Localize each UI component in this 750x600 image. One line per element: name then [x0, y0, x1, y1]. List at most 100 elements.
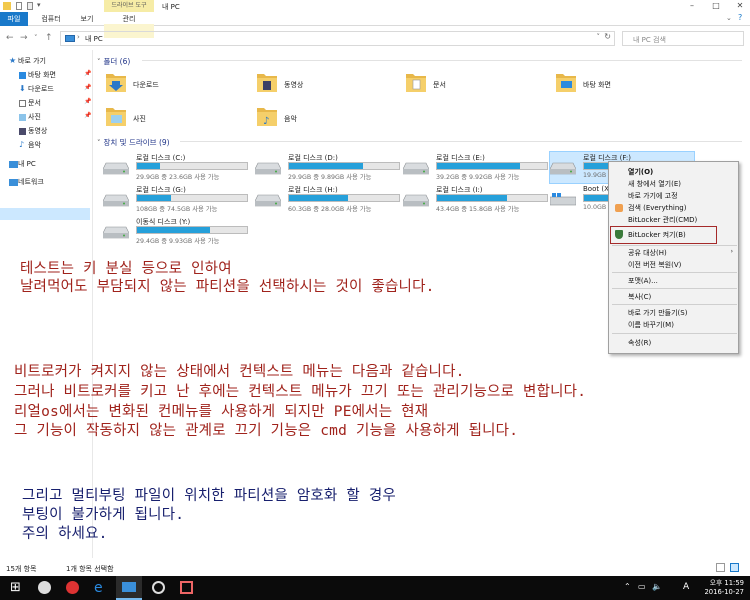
nav-item-videos[interactable]: 동영상	[19, 126, 48, 137]
network-tray-icon[interactable]: ▭	[638, 582, 646, 591]
drive-tile[interactable]: 로컬 디스크 (D:) 29.9GB 중 9.89GB 사용 가능	[254, 153, 405, 183]
app-icon[interactable]	[38, 581, 51, 594]
drive-free-space: 29.9GB 중 23.6GB 사용 가능	[136, 174, 220, 181]
menu-item-properties[interactable]: 속성(R)	[628, 338, 651, 348]
refresh-icon[interactable]: ↻	[604, 32, 611, 41]
back-icon[interactable]: ←	[6, 33, 14, 43]
drive-usage-bar	[436, 162, 548, 170]
menu-separator	[612, 304, 737, 305]
nav-network[interactable]: 네트워크	[9, 177, 44, 188]
network-icon	[9, 179, 18, 186]
folder-document[interactable]: 문서	[405, 70, 525, 100]
nav-item-pictures[interactable]: 사진	[19, 112, 41, 123]
tab-file[interactable]: 파일	[0, 12, 28, 26]
forward-icon[interactable]: →	[20, 33, 28, 43]
clock-time: 오후 11:59	[709, 579, 744, 587]
folder-video[interactable]: 동영상	[256, 70, 376, 100]
drive-tile[interactable]: 로컬 디스크 (E:) 39.2GB 중 9.92GB 사용 가능	[402, 153, 553, 183]
folder-desktop[interactable]: 바탕 화면	[555, 70, 675, 100]
edge-icon[interactable]: e	[94, 579, 112, 597]
folder-music[interactable]: ♪ 음악	[256, 104, 376, 134]
nav-quick-access[interactable]: ★ 바로 가기	[9, 56, 46, 67]
drive-usage-bar	[136, 226, 248, 234]
menu-item-share-with[interactable]: 공유 대상(H)	[628, 248, 667, 258]
drive-free-space: 10.0GB	[583, 204, 607, 211]
item-count: 15개 항목	[6, 565, 37, 573]
drive-usage-fill	[437, 163, 520, 169]
nav-label: 동영상	[28, 127, 48, 135]
annotation-red-2-line4: 그 기능이 작동하지 않는 관계로 끄기 기능은 cmd 기능을 사용하게 됩니…	[14, 423, 519, 439]
drive-tile[interactable]: 로컬 디스크 (H:) 60.3GB 중 28.0GB 사용 가능	[254, 185, 405, 215]
address-path: 내 PC	[85, 35, 103, 43]
menu-item-pin-quick-access[interactable]: 바로 가기에 고정	[628, 191, 678, 201]
music-folder-icon: ♪	[256, 104, 278, 128]
nav-label: 음악	[28, 141, 41, 149]
windows-drive-icon	[549, 193, 577, 207]
nav-label: 네트워크	[18, 178, 44, 186]
help-icon[interactable]: ?	[738, 13, 742, 22]
drive-usage-fill	[437, 195, 508, 201]
tab-manage[interactable]: 관리	[112, 12, 146, 26]
nav-item-desktop[interactable]: 바탕 화면	[19, 70, 56, 81]
new-folder-icon[interactable]	[27, 2, 33, 10]
pin-icon[interactable]: 📌	[84, 112, 91, 119]
volume-icon[interactable]: 🔈	[652, 582, 662, 591]
drive-tile[interactable]: 이동식 디스크 (Y:) 29.4GB 중 9.93GB 사용 가능	[102, 217, 253, 247]
tray-chevron-icon[interactable]: ⌃	[624, 582, 631, 591]
svg-text:♪: ♪	[263, 116, 269, 127]
search-input[interactable]: 내 PC 검색	[622, 31, 744, 46]
menu-item-bitlocker-manage[interactable]: BitLocker 관리(CMD)	[628, 215, 697, 225]
app-icon[interactable]	[180, 581, 193, 594]
qat-dropdown-icon[interactable]: ▾	[37, 1, 41, 9]
tiles-view-icon[interactable]	[730, 563, 739, 572]
tab-view[interactable]: 보기	[74, 12, 100, 26]
address-bar[interactable]: › 내 PC ˅ ↻	[60, 31, 615, 46]
minimize-icon[interactable]: –	[686, 1, 698, 11]
app-icon[interactable]	[152, 581, 165, 594]
nav-this-pc[interactable]: 내 PC	[9, 159, 36, 170]
folders-group-header[interactable]: ˅ 폴더 (6)	[97, 56, 130, 67]
context-tab-header: 드라이브 도구	[104, 0, 154, 12]
download-icon: ⬇	[19, 84, 26, 93]
address-dropdown-icon[interactable]: ˅	[597, 33, 601, 41]
menu-item-open-new-window[interactable]: 새 창에서 열기(E)	[628, 179, 681, 189]
maximize-icon[interactable]: □	[710, 1, 722, 11]
clock[interactable]: 오후 11:59 2016-10-27	[692, 579, 744, 597]
menu-item-rename[interactable]: 이름 바꾸기(M)	[628, 320, 674, 330]
details-view-icon[interactable]	[716, 563, 725, 572]
nav-item-music[interactable]: ♪ 음악	[19, 140, 41, 151]
explorer-taskbar-button[interactable]	[116, 576, 142, 600]
ribbon-expand-icon[interactable]: ⌄	[726, 14, 732, 22]
chevron-down-icon: ˅	[97, 139, 101, 147]
pin-icon[interactable]: 📌	[84, 98, 91, 105]
group-divider	[180, 141, 742, 142]
windows-start-icon[interactable]: ⊞	[10, 579, 28, 597]
menu-item-copy[interactable]: 복사(C)	[628, 292, 651, 302]
document-icon[interactable]	[16, 2, 22, 10]
hard-drive-icon	[549, 161, 577, 175]
menu-item-search-everything[interactable]: 검색 (Everything)	[628, 203, 686, 213]
pin-icon[interactable]: 📌	[84, 70, 91, 77]
drive-usage-bar	[136, 162, 248, 170]
drives-group-header[interactable]: ˅ 장치 및 드라이브 (9)	[97, 137, 170, 148]
tab-computer[interactable]: 컴퓨터	[34, 12, 68, 26]
up-icon[interactable]: ↑	[45, 33, 53, 43]
drive-tile[interactable]: 로컬 디스크 (I:) 43.4GB 중 15.8GB 사용 가능	[402, 185, 553, 215]
menu-item-format[interactable]: 포맷(A)...	[628, 276, 658, 286]
folder-download[interactable]: 다운로드	[105, 70, 225, 100]
input-language[interactable]: A	[683, 582, 689, 592]
nav-selection	[0, 208, 90, 220]
nav-item-documents[interactable]: 문서	[19, 98, 41, 109]
close-icon[interactable]: ✕	[734, 1, 746, 11]
app-icon[interactable]	[66, 581, 79, 594]
drive-tile[interactable]: 로컬 디스크 (G:) 108GB 중 74.5GB 사용 가능	[102, 185, 253, 215]
drive-tile[interactable]: 로컬 디스크 (C:) 29.9GB 중 23.6GB 사용 가능	[102, 153, 253, 183]
picture-folder-icon	[105, 104, 127, 128]
recent-dropdown-icon[interactable]: ˅	[34, 34, 38, 42]
menu-item-open[interactable]: 열기(O)	[628, 167, 653, 177]
pin-icon[interactable]: 📌	[84, 84, 91, 91]
nav-item-downloads[interactable]: ⬇ 다운로드	[19, 84, 54, 95]
folder-picture[interactable]: 사진	[105, 104, 225, 134]
menu-item-create-shortcut[interactable]: 바로 가기 만들기(S)	[628, 308, 687, 318]
menu-item-restore-versions[interactable]: 이전 버전 복원(V)	[628, 260, 681, 270]
